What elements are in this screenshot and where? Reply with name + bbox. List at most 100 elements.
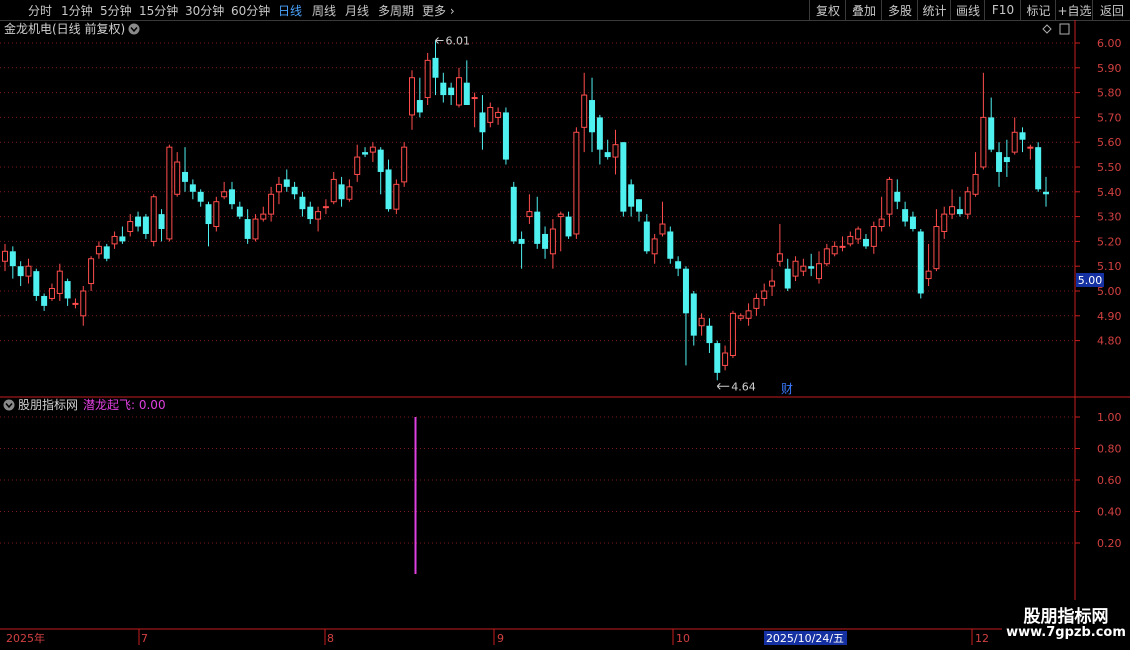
candle-body-up xyxy=(471,97,478,100)
candle-body-up xyxy=(573,131,580,235)
candle-body-down xyxy=(236,206,243,217)
candle-body-up xyxy=(659,223,666,235)
candle-body-down xyxy=(988,117,995,150)
candle-body-up xyxy=(409,77,416,116)
candle-body-down xyxy=(64,281,71,299)
candle-body-up xyxy=(729,312,736,356)
candle-body-up xyxy=(792,260,799,277)
main-tick-label: 4.90 xyxy=(1097,310,1122,323)
candle-body-down xyxy=(902,209,909,222)
candle-body-up xyxy=(800,265,807,272)
candle-body-up xyxy=(95,245,102,255)
candle-body-down xyxy=(589,100,596,133)
candle-body-up xyxy=(150,196,157,242)
candle-body-down xyxy=(135,216,142,227)
candle-body-down xyxy=(197,191,204,202)
candle-body-up xyxy=(111,235,118,245)
candle-body-down xyxy=(808,266,815,269)
chart-area: 6.00 5.90 5.80 5.70 5.60 5.50 5.40 5.30 5.20 5.10… xyxy=(0,20,1130,645)
candle-body-up xyxy=(315,211,322,220)
candle-body-up xyxy=(72,302,79,305)
low-price-label: 4.64 xyxy=(731,380,756,393)
candle-body-up xyxy=(769,280,776,287)
candle-body-up xyxy=(275,183,282,193)
candle-body-up xyxy=(487,106,494,123)
candle-body-up xyxy=(48,288,55,299)
candle-body-up xyxy=(698,317,705,327)
indicator-tick-label: 0.40 xyxy=(1097,506,1122,519)
candle-body-down xyxy=(142,216,149,234)
main-tick-label: 5.20 xyxy=(1097,235,1122,248)
candle-body-up xyxy=(80,290,87,317)
candle-body-up xyxy=(127,221,134,232)
candle-body-down xyxy=(675,261,682,269)
dropdown-circle-icon[interactable] xyxy=(128,23,140,35)
candle-body-up xyxy=(369,146,376,153)
axis-layer: 6.00 5.90 5.80 5.70 5.60 5.50 5.40 5.30 5.20 5.10… xyxy=(0,20,1130,645)
candle-body-up xyxy=(2,250,8,262)
cursor-date-label: 2025/10/24/五 xyxy=(766,632,844,645)
watermark-url: www.7gpzb.com xyxy=(1006,625,1126,640)
candle-body-up xyxy=(557,213,564,218)
candle-body-up xyxy=(855,228,862,240)
candle-body-down xyxy=(565,216,572,237)
candle-body-up xyxy=(972,173,979,195)
candle-body-down xyxy=(510,186,517,242)
candle-body-down xyxy=(667,231,674,259)
time-axis-label: 2025年 xyxy=(6,631,45,645)
indicator-tick-label: 0.60 xyxy=(1097,474,1122,487)
candle-body-up xyxy=(213,201,220,228)
candle-body-up xyxy=(174,161,181,195)
indicator-panel-title: 股朋指标网 xyxy=(18,397,78,412)
candle-body-up xyxy=(56,270,63,294)
candle-body-up xyxy=(722,352,729,366)
time-axis-label: 12 xyxy=(975,632,989,645)
time-axis-label: 10 xyxy=(676,632,690,645)
candle-body-down xyxy=(784,268,791,289)
candle-body-up xyxy=(526,211,533,218)
candle-body-up xyxy=(25,265,32,277)
low-arrow-icon xyxy=(716,382,730,390)
time-axis-label: 8 xyxy=(327,632,334,645)
candle-body-down xyxy=(690,293,697,336)
indicator-dropdown-icon[interactable] xyxy=(3,399,15,411)
candle-body-up xyxy=(949,206,956,215)
candle-body-up xyxy=(823,248,830,265)
candle-body-down xyxy=(996,152,1003,172)
time-axis-label: 9 xyxy=(497,632,504,645)
candle-body-down xyxy=(158,214,165,229)
candle-body-down xyxy=(956,209,963,215)
candle-body-down xyxy=(440,82,447,96)
diamond-icon[interactable] xyxy=(1042,24,1052,34)
candle-body-down xyxy=(620,142,627,212)
candle-body-up xyxy=(495,111,502,118)
candle-body-up xyxy=(1027,146,1034,149)
candle-body-up xyxy=(549,228,556,255)
candle-body-up xyxy=(831,245,838,255)
candle-body-up xyxy=(268,193,275,215)
time-axis-label: 7 xyxy=(141,632,148,645)
finance-badge[interactable]: 财 xyxy=(781,382,793,396)
candle-body-up xyxy=(260,213,267,220)
price-tag-label: 5.00 xyxy=(1078,274,1103,287)
candle-body-up xyxy=(776,253,783,262)
candle-body-down xyxy=(103,246,110,259)
candle-body-up xyxy=(816,263,823,280)
candle-body-up xyxy=(886,178,893,215)
window-icon[interactable] xyxy=(1059,23,1070,35)
main-tick-label: 5.80 xyxy=(1097,87,1122,100)
candle-body-down xyxy=(862,238,869,247)
candle-body-up xyxy=(980,116,987,168)
candle-body-up xyxy=(401,146,408,183)
candle-body-up xyxy=(964,191,971,215)
main-tick-label: 5.30 xyxy=(1097,211,1122,224)
candle-body-up xyxy=(581,94,588,128)
candle-body-up xyxy=(839,245,846,248)
candle-body-up xyxy=(322,206,329,209)
main-tick-label: 5.50 xyxy=(1097,161,1122,174)
candle-body-down xyxy=(714,343,721,373)
chart-title: 金龙机电(日线 前复权) xyxy=(4,21,125,36)
candle-body-down xyxy=(706,325,713,344)
candle-body-up xyxy=(753,297,760,309)
candle-body-down xyxy=(518,238,525,244)
